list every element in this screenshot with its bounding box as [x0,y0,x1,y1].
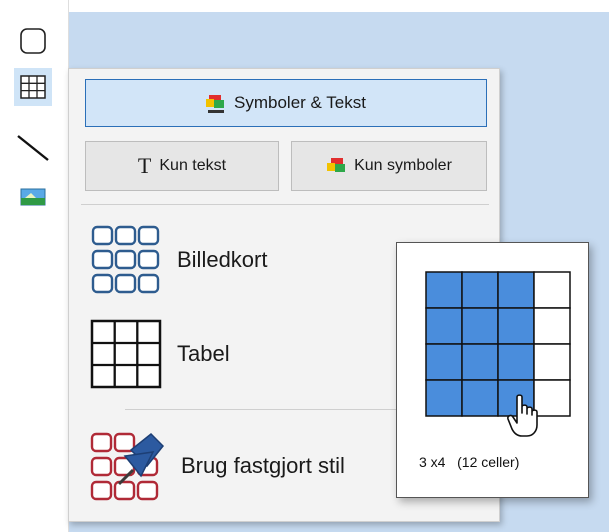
text-only-button[interactable]: T Kun tekst [85,141,279,191]
grid-cell-selected[interactable] [461,307,499,345]
grid-cell-selected[interactable] [461,343,499,381]
menu-divider [125,409,425,410]
rounded-rectangle-icon [20,28,46,54]
symbols-only-label: Kun symboler [354,157,452,174]
rectangle-tool-button[interactable] [14,22,52,60]
grid-cell-selected[interactable] [425,271,463,309]
symbols-only-button[interactable]: Kun symboler [291,141,487,191]
grid-cell-selected[interactable] [425,307,463,345]
pinned-style-icon [90,432,165,501]
menu-item-picture-cards[interactable]: Billedkort [89,225,267,295]
symbols-and-text-label: Symboler & Tekst [234,93,366,112]
symbols-icon [206,94,226,113]
top-strip [0,0,609,12]
grid-size-picker[interactable] [425,271,571,417]
menu-item-label: Brug fastgjort stil [181,453,345,478]
table-icon [20,75,46,99]
picture-cards-icon [91,225,160,294]
menu-divider [81,204,489,205]
hand-cursor-icon [507,394,538,437]
grid-cell-selected[interactable] [461,271,499,309]
grid-size-picker-popup: 3 x4 (12 celler) [396,242,589,498]
grid-cell-selected[interactable] [461,379,499,417]
grid-cell-selected[interactable] [497,343,535,381]
menu-item-label: Tabel [177,341,230,366]
landscape-image-icon [20,188,46,206]
text-t-icon: T [137,153,152,178]
grid-cell-selected[interactable] [425,379,463,417]
left-toolbar [0,0,69,532]
grid-cell-selected[interactable] [497,307,535,345]
line-icon [17,135,49,161]
grid-size-label: 3 x4 (12 celler) [419,454,520,470]
table-grid-icon [90,319,162,389]
grid-cell-selected[interactable] [497,271,535,309]
grid-cell[interactable] [533,307,571,345]
symbols-icon [326,157,346,175]
symbols-and-text-button[interactable]: Symboler & Tekst [85,79,487,127]
table-tool-button[interactable] [14,68,52,106]
grid-cell[interactable] [533,271,571,309]
text-only-label: Kun tekst [159,157,227,174]
menu-item-label: Billedkort [177,247,268,272]
grid-cell-selected[interactable] [425,343,463,381]
grid-cell[interactable] [533,343,571,381]
menu-item-table[interactable]: Tabel [89,319,230,389]
image-tool-button[interactable] [14,178,52,216]
menu-item-pinned-style[interactable]: Brug fastgjort stil [89,431,345,501]
line-tool-button[interactable] [14,128,52,166]
